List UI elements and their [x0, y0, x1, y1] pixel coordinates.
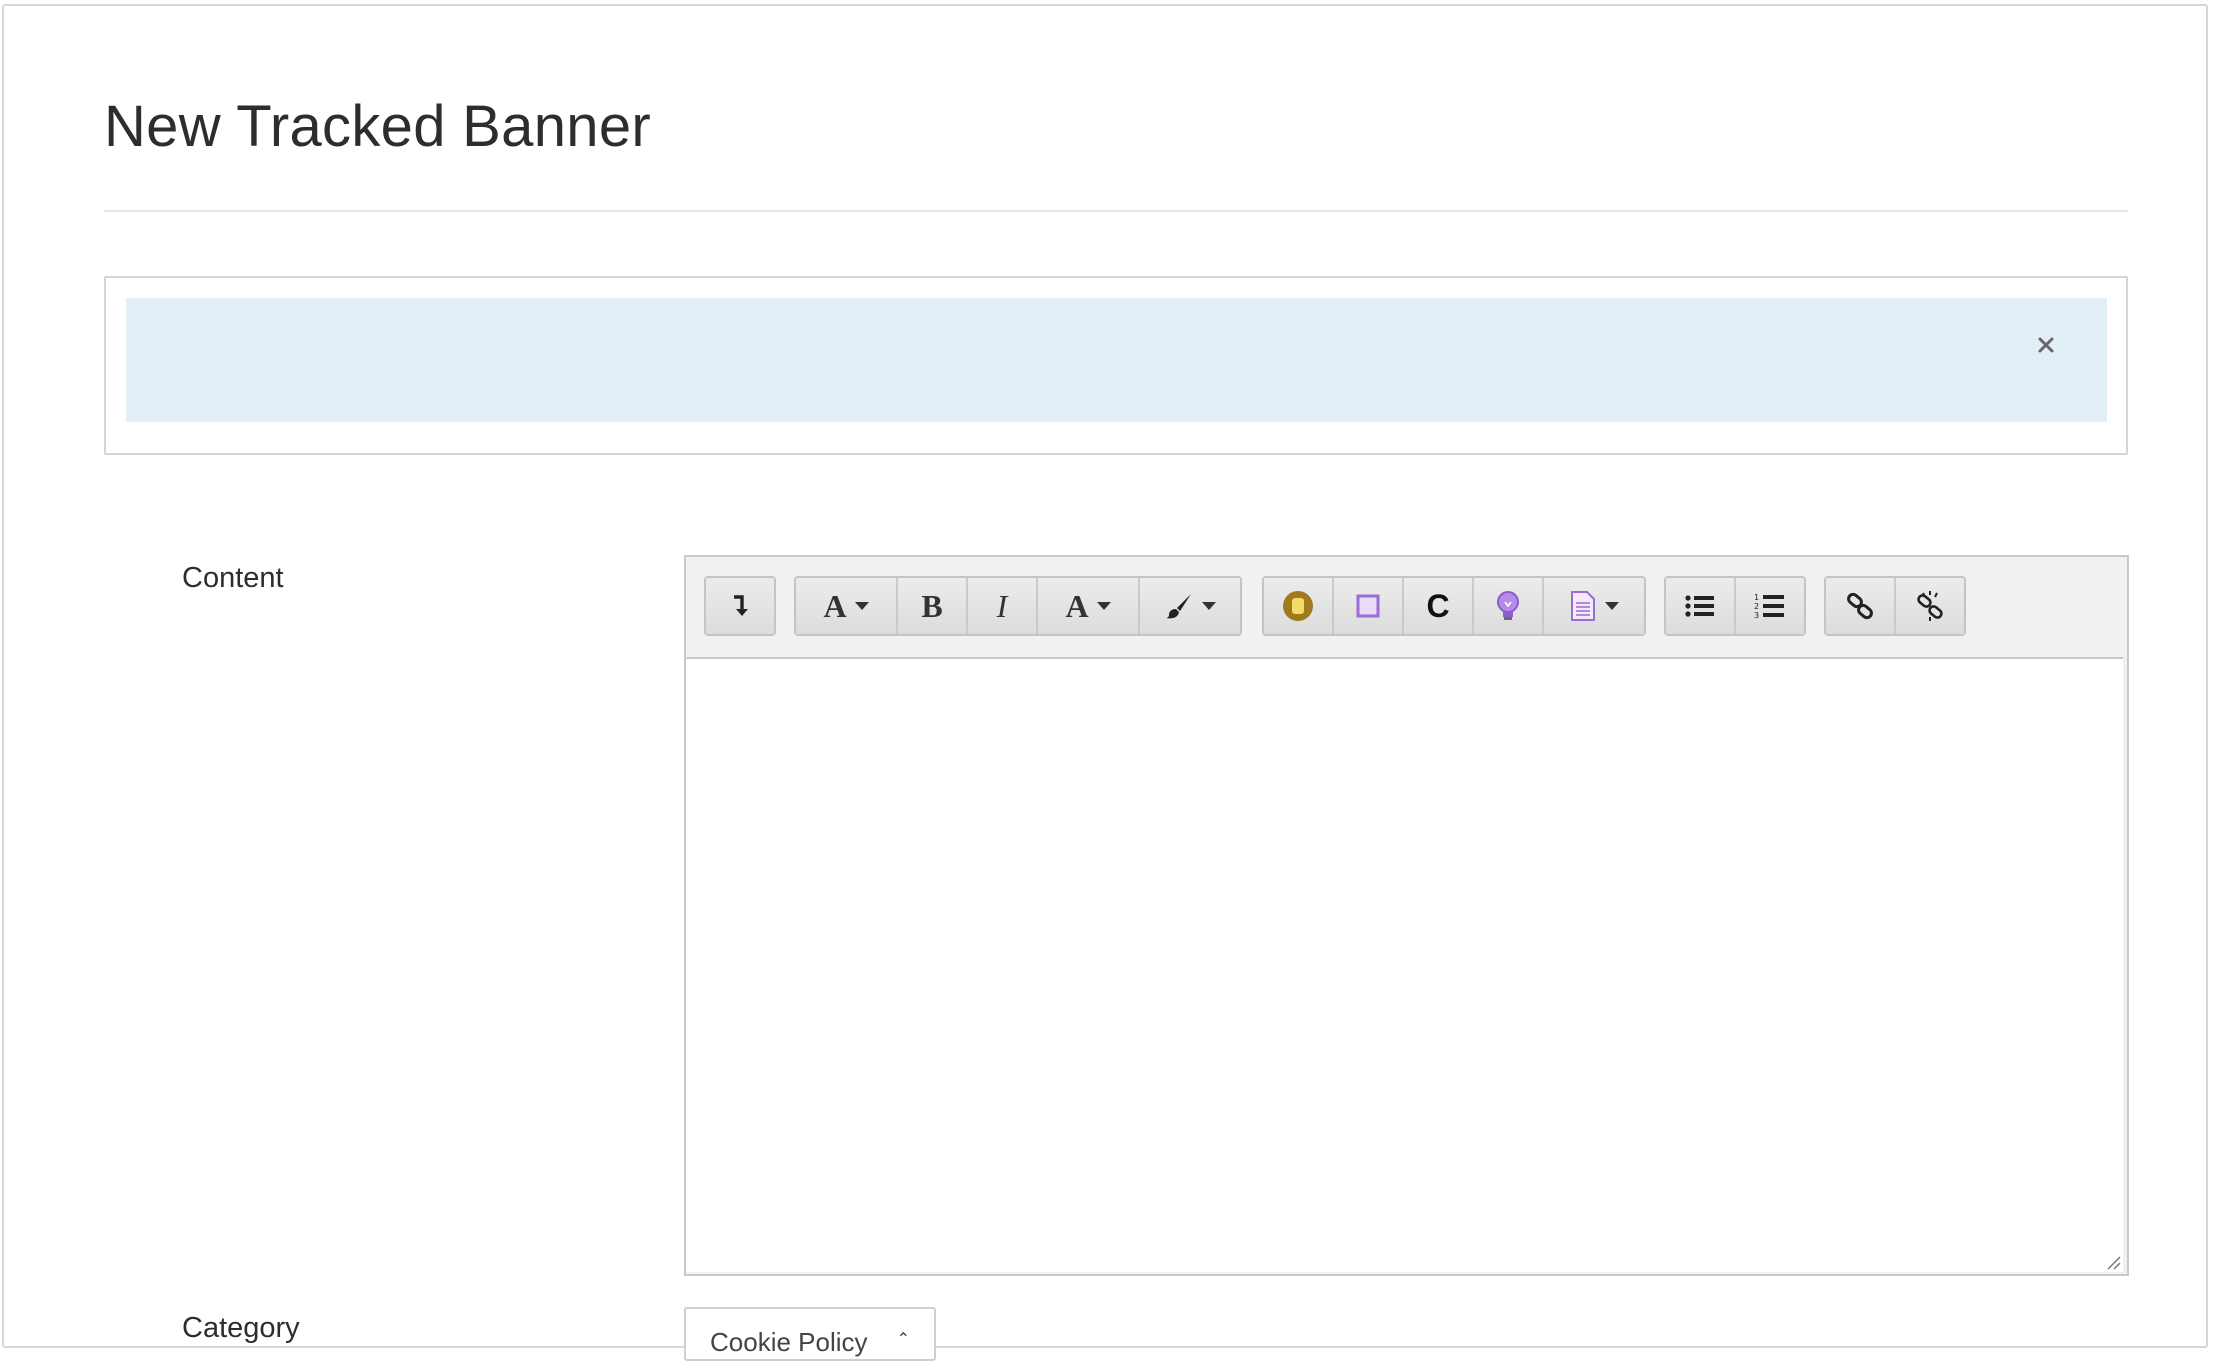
rich-text-editor: A B I A C 1 2 3: [684, 555, 2129, 1276]
document-icon: [1571, 591, 1595, 621]
bold-button[interactable]: B: [898, 578, 968, 634]
link-button[interactable]: [1826, 578, 1896, 634]
italic-icon: I: [996, 587, 1008, 624]
purple-box-icon: [1356, 594, 1380, 618]
toolbar-group-widgets: C: [1262, 576, 1646, 636]
toolbar-group-source: [704, 576, 776, 636]
editor-toolbar: A B I A C 1 2 3: [686, 557, 2127, 658]
arrow-down-icon: [734, 595, 748, 616]
bold-icon: B: [921, 587, 943, 624]
content-editor-area[interactable]: [686, 657, 2123, 1272]
close-icon[interactable]: [2029, 328, 2063, 362]
bullet-list-icon: [1685, 595, 1714, 617]
tip-widget-button[interactable]: [1474, 578, 1544, 634]
paintbrush-icon: [1166, 594, 1191, 619]
font-color-button[interactable]: A: [1038, 578, 1140, 634]
svg-text:2: 2: [1754, 602, 1759, 611]
font-size-button[interactable]: A: [796, 578, 898, 634]
template-widget-button[interactable]: [1544, 578, 1644, 634]
font-color-icon: A: [1065, 587, 1089, 624]
title-divider: [104, 210, 2128, 212]
link-icon: [1847, 592, 1873, 620]
svg-text:1: 1: [1754, 593, 1759, 602]
chevron-down-icon: [1202, 602, 1216, 610]
banner-preview-panel: [104, 276, 2128, 455]
category-label: Category: [182, 1312, 300, 1344]
toolbar-group-links: [1824, 576, 1966, 636]
page-container: New Tracked Banner Content A B I A C 1 2…: [2, 4, 2208, 1361]
category-select[interactable]: Cookie Policy ⌃: [684, 1307, 936, 1361]
font-size-icon: A: [823, 587, 847, 624]
toolbar-group-format: A B I A: [794, 576, 1242, 636]
lightbulb-icon: [1497, 591, 1519, 620]
unlink-icon: [1917, 591, 1943, 621]
gold-widget-button[interactable]: [1264, 578, 1334, 634]
numbered-list-button[interactable]: 1 2 3: [1736, 578, 1804, 634]
unlink-button[interactable]: [1896, 578, 1964, 634]
svg-text:3: 3: [1754, 611, 1759, 620]
numbered-list-icon: 1 2 3: [1754, 593, 1784, 620]
banner-preview-area: [126, 298, 2107, 422]
italic-button[interactable]: I: [968, 578, 1038, 634]
letter-c-icon: C: [1426, 587, 1450, 624]
source-toggle-button[interactable]: [706, 578, 774, 634]
content-label: Content: [182, 562, 284, 594]
page-title: New Tracked Banner: [104, 94, 651, 159]
bullet-list-button[interactable]: [1666, 578, 1736, 634]
c-widget-button[interactable]: C: [1404, 578, 1474, 634]
chevron-down-icon: [854, 602, 869, 610]
resize-handle-icon[interactable]: [2105, 1254, 2121, 1270]
gold-coin-icon: [1283, 591, 1313, 621]
chevron-up-down-icon: ⌃: [896, 1331, 910, 1348]
style-brush-button[interactable]: [1140, 578, 1240, 634]
box-widget-button[interactable]: [1334, 578, 1404, 634]
chevron-down-icon: [1605, 602, 1619, 610]
toolbar-group-lists: 1 2 3: [1664, 576, 1806, 636]
chevron-down-icon: [1096, 602, 1111, 610]
